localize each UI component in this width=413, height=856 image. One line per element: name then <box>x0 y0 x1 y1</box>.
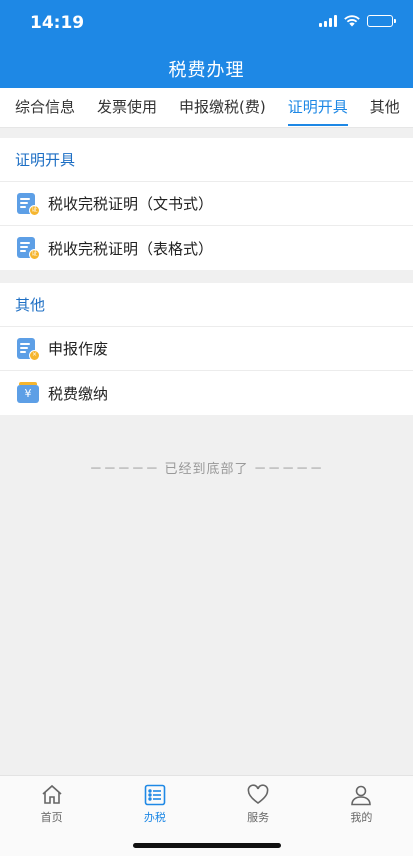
status-icons <box>319 14 396 27</box>
list-item-label: 税收完税证明（文书式） <box>48 195 214 213</box>
wifi-icon <box>344 15 360 27</box>
list-item-label: 税费缴纳 <box>48 384 109 403</box>
section-other: 其他 × 申报作废 ¥ 税费缴纳 <box>0 283 413 415</box>
tab-invoice-use[interactable]: 发票使用 <box>86 88 168 128</box>
signal-icon <box>319 14 337 27</box>
certificate-doc-icon: 证 <box>17 237 40 260</box>
tabbar-label: 我的 <box>350 811 373 824</box>
home-indicator <box>133 843 281 848</box>
battery-icon <box>367 14 396 27</box>
certificate-doc-icon: 证 <box>17 192 40 216</box>
tabbar-label: 服务 <box>247 811 270 824</box>
tabbar-label: 首页 <box>40 811 63 824</box>
list-item-void-declaration[interactable]: × 申报作废 <box>0 327 413 371</box>
section-title: 证明开具 <box>0 138 413 182</box>
status-time: 14:19 <box>30 13 85 33</box>
user-icon <box>351 785 372 806</box>
list-item-tax-certificate-table[interactable]: 证 税收完税证明（表格式） <box>0 226 413 270</box>
category-tabs: 综合信息 发票使用 申报缴税(费) 证明开具 其他 <box>0 88 413 128</box>
tab-declare-pay[interactable]: 申报缴税(费) <box>168 88 277 128</box>
tabbar-label: 办税 <box>143 811 166 824</box>
app-header: 14:19 税费办理 <box>0 0 413 88</box>
list-item-label: 申报作废 <box>48 340 109 358</box>
tab-certificate[interactable]: 证明开具 <box>277 88 359 128</box>
void-declaration-icon: × <box>17 337 40 361</box>
list-item-tax-payment[interactable]: ¥ 税费缴纳 <box>0 371 413 415</box>
tab-general-info[interactable]: 综合信息 <box>0 88 86 128</box>
page-title: 税费办理 <box>168 60 245 81</box>
tabbar-home[interactable]: 首页 <box>0 776 103 856</box>
tabbar-mine[interactable]: 我的 <box>310 776 413 856</box>
section-title: 其他 <box>0 283 413 327</box>
list-item-tax-certificate-doc[interactable]: 证 税收完税证明（文书式） <box>0 182 413 226</box>
heart-icon <box>247 784 269 804</box>
list-item-label: 税收完税证明（表格式） <box>48 239 214 258</box>
home-icon <box>42 784 62 804</box>
tab-other[interactable]: 其他 <box>359 88 411 128</box>
end-of-list-note: －－－－－ 已经到底部了 －－－－－ <box>89 462 324 477</box>
section-certificate: 证明开具 证 税收完税证明（文书式） 证 税收完税证明（表格式） <box>0 138 413 270</box>
list-icon <box>144 784 166 806</box>
tax-payment-wallet-icon: ¥ <box>17 382 39 404</box>
